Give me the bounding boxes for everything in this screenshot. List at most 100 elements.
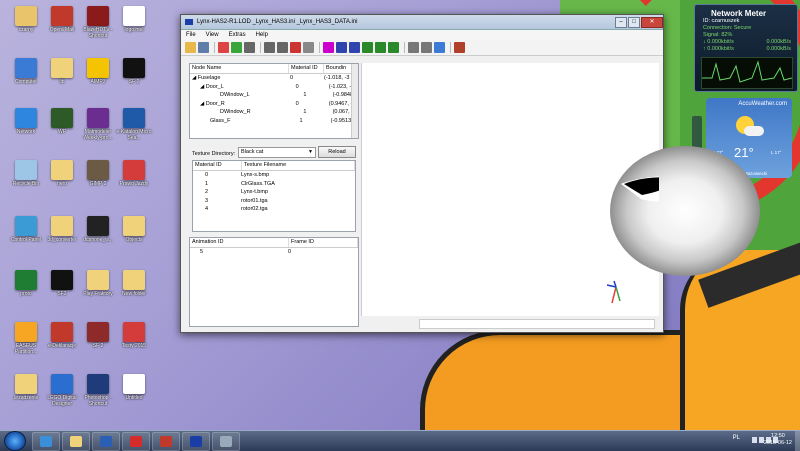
menu-extras[interactable]: Extras (224, 32, 251, 38)
desktop-icon-image (87, 160, 109, 180)
desktop-icon-image (51, 322, 73, 342)
desktop-icon[interactable]: New folder (112, 270, 156, 297)
minimize-button[interactable]: – (615, 16, 627, 28)
desktop-icon-image (87, 322, 109, 342)
taskbar-app-lod-viewer[interactable] (182, 431, 210, 451)
clock[interactable]: 12:50 2015-06-12 (764, 433, 792, 447)
toolbar-button[interactable] (198, 42, 209, 53)
tray-icon (752, 437, 757, 443)
upload-value: 0.000kB/s (766, 46, 791, 52)
toolbar-button[interactable] (421, 42, 432, 53)
toolbar-button[interactable] (218, 42, 229, 53)
table-row[interactable]: 4 rotor02.tga (193, 205, 355, 214)
node-material-id: 1 (303, 109, 307, 115)
toolbar-button[interactable] (349, 42, 360, 53)
desktop-icon[interactable]: Testy 2015 (112, 322, 156, 349)
toolbar-button[interactable] (264, 42, 275, 53)
toolbar-button[interactable] (244, 42, 255, 53)
desktop: czarny Opera Mail BlazeHDTV - Shortcut logo… (0, 0, 800, 430)
texture-table[interactable]: Material ID Texture Filename 0 Lynx-s.bmp… (192, 160, 356, 232)
toolbar-button[interactable] (277, 42, 288, 53)
toolbar-button[interactable] (408, 42, 419, 53)
title-bar[interactable]: Lynx-HAS2-R1.LOD _Lynx_HAS3.ini _Lynx_HA… (181, 15, 663, 30)
language-indicator[interactable]: PL (733, 435, 740, 441)
taskbar-app-explorer[interactable] (62, 431, 90, 451)
toolbar-button[interactable] (336, 42, 347, 53)
table-row[interactable]: 50 (190, 248, 358, 257)
column-header[interactable]: Frame ID (289, 238, 358, 247)
menu-help[interactable]: Help (251, 32, 273, 38)
x-axis-line (611, 286, 617, 304)
desktop-icon-image (123, 270, 145, 290)
desktop-icon[interactable]: Objects (112, 216, 156, 243)
reload-button[interactable]: Reload (318, 146, 356, 158)
table-row[interactable]: 1 ClrGlass.TGA (193, 180, 355, 189)
toolbar-button[interactable] (434, 42, 445, 53)
column-header[interactable]: Animation ID (190, 238, 289, 247)
tree-row[interactable]: DWindow_L 1 (-0.9848, 0 (190, 91, 358, 100)
toolbar-button[interactable] (362, 42, 373, 53)
network-graph-svg (702, 60, 793, 83)
desktop-icon[interactable]: Untitled (112, 374, 156, 401)
desktop-icon-label: SF 2 (128, 79, 140, 85)
taskbar-app-opera-mail[interactable] (152, 431, 180, 451)
desktop-icon-image (123, 374, 145, 394)
node-tree[interactable]: Node Name Material ID Boundin ◢ Fuselage… (189, 63, 359, 139)
maximize-button[interactable]: □ (628, 16, 640, 28)
texture-table-header: Material ID Texture Filename (193, 161, 355, 171)
taskbar-app-tool[interactable] (212, 431, 240, 451)
column-header[interactable]: Material ID (193, 161, 242, 170)
material-id-cell: 4 (205, 206, 209, 212)
texture-directory-value: Black cat (241, 149, 264, 155)
menu-view[interactable]: View (201, 32, 224, 38)
animation-table[interactable]: Animation ID Frame ID 50 (189, 237, 359, 327)
network-meter-gadget[interactable]: Network Meter ID: czarnuszek Connection:… (694, 4, 798, 92)
table-row[interactable]: 3 rotor01.tga (193, 197, 355, 206)
toolbar-button[interactable] (231, 42, 242, 53)
toolbar-button[interactable] (185, 42, 196, 53)
close-button[interactable]: ✕ (641, 16, 663, 28)
lod-viewer-icon (190, 435, 202, 447)
3d-viewport[interactable] (361, 63, 760, 316)
show-desktop-button[interactable] (795, 431, 800, 451)
lod-viewer-window[interactable]: Lynx-HAS2-R1.LOD _Lynx_HAS3.ini _Lynx_HA… (180, 14, 760, 333)
upload-icon: ↑ 0.000kbit/s (703, 46, 734, 52)
menu-file[interactable]: File (181, 32, 201, 38)
table-row[interactable]: 2 Lynx-t.bmp (193, 188, 355, 197)
toolbar-button[interactable] (303, 42, 314, 53)
column-header[interactable]: Texture Filename (242, 161, 355, 170)
axis-gizmo (606, 280, 621, 304)
tree-row[interactable]: DWindow_R 1 (0.067, 0.2 (190, 108, 358, 117)
texture-filename-cell: ClrGlass.TGA (241, 180, 275, 187)
desktop-icon[interactable]: SF 2 (112, 58, 156, 85)
node-material-id: 1 (303, 92, 307, 98)
column-header[interactable]: Node Name (190, 64, 289, 73)
table-row[interactable]: 0 Lynx-s.bmp (193, 171, 355, 180)
texture-directory-select[interactable]: Black cat ▼ (238, 147, 316, 158)
tree-row[interactable]: ◢ Door_L 0 (-1.023, -0 (190, 83, 358, 92)
tree-row[interactable]: ◢ Door_R 0 (0.9467, -0 (190, 100, 358, 109)
taskbar: PL 12:50 2015-06-12 (0, 430, 800, 451)
start-button[interactable] (4, 431, 26, 451)
toolbar-button[interactable] (454, 42, 465, 53)
taskbar-app-opera[interactable] (122, 431, 150, 451)
column-header[interactable]: Material ID (289, 64, 324, 73)
tree-row[interactable]: Glass_F 1 (-0.9513, 2 (190, 117, 358, 126)
texture-rows: 0 Lynx-s.bmp 1 ClrGlass.TGA 2 Lynx-t.bmp 3 roto… (193, 171, 355, 214)
node-name: ◢ Door_R (200, 100, 225, 107)
tree-row[interactable]: ◢ Fuselage 0 (-1.018, -3 (190, 74, 358, 83)
taskbar-app-ie[interactable] (32, 431, 60, 451)
weather-brand: AccuWeather.com (738, 101, 787, 107)
desktop-icon[interactable]: Prawo Jazdy (112, 160, 156, 187)
desktop-icon-label: Prawo Jazdy (119, 181, 149, 187)
toolbar-button[interactable] (375, 42, 386, 53)
desktop-icon[interactable]: logo.mel (112, 6, 156, 33)
toolbar-button[interactable] (290, 42, 301, 53)
taskbar-app-word[interactable] (92, 431, 120, 451)
animation-id-cell: 5 (200, 249, 204, 255)
toolbar-button[interactable] (323, 42, 334, 53)
vertical-scrollbar[interactable] (351, 64, 358, 138)
taskbar-apps (32, 431, 242, 451)
toolbar-button[interactable] (388, 42, 399, 53)
desktop-icon[interactable]: e-Katalog Micro Sea... (112, 108, 156, 141)
